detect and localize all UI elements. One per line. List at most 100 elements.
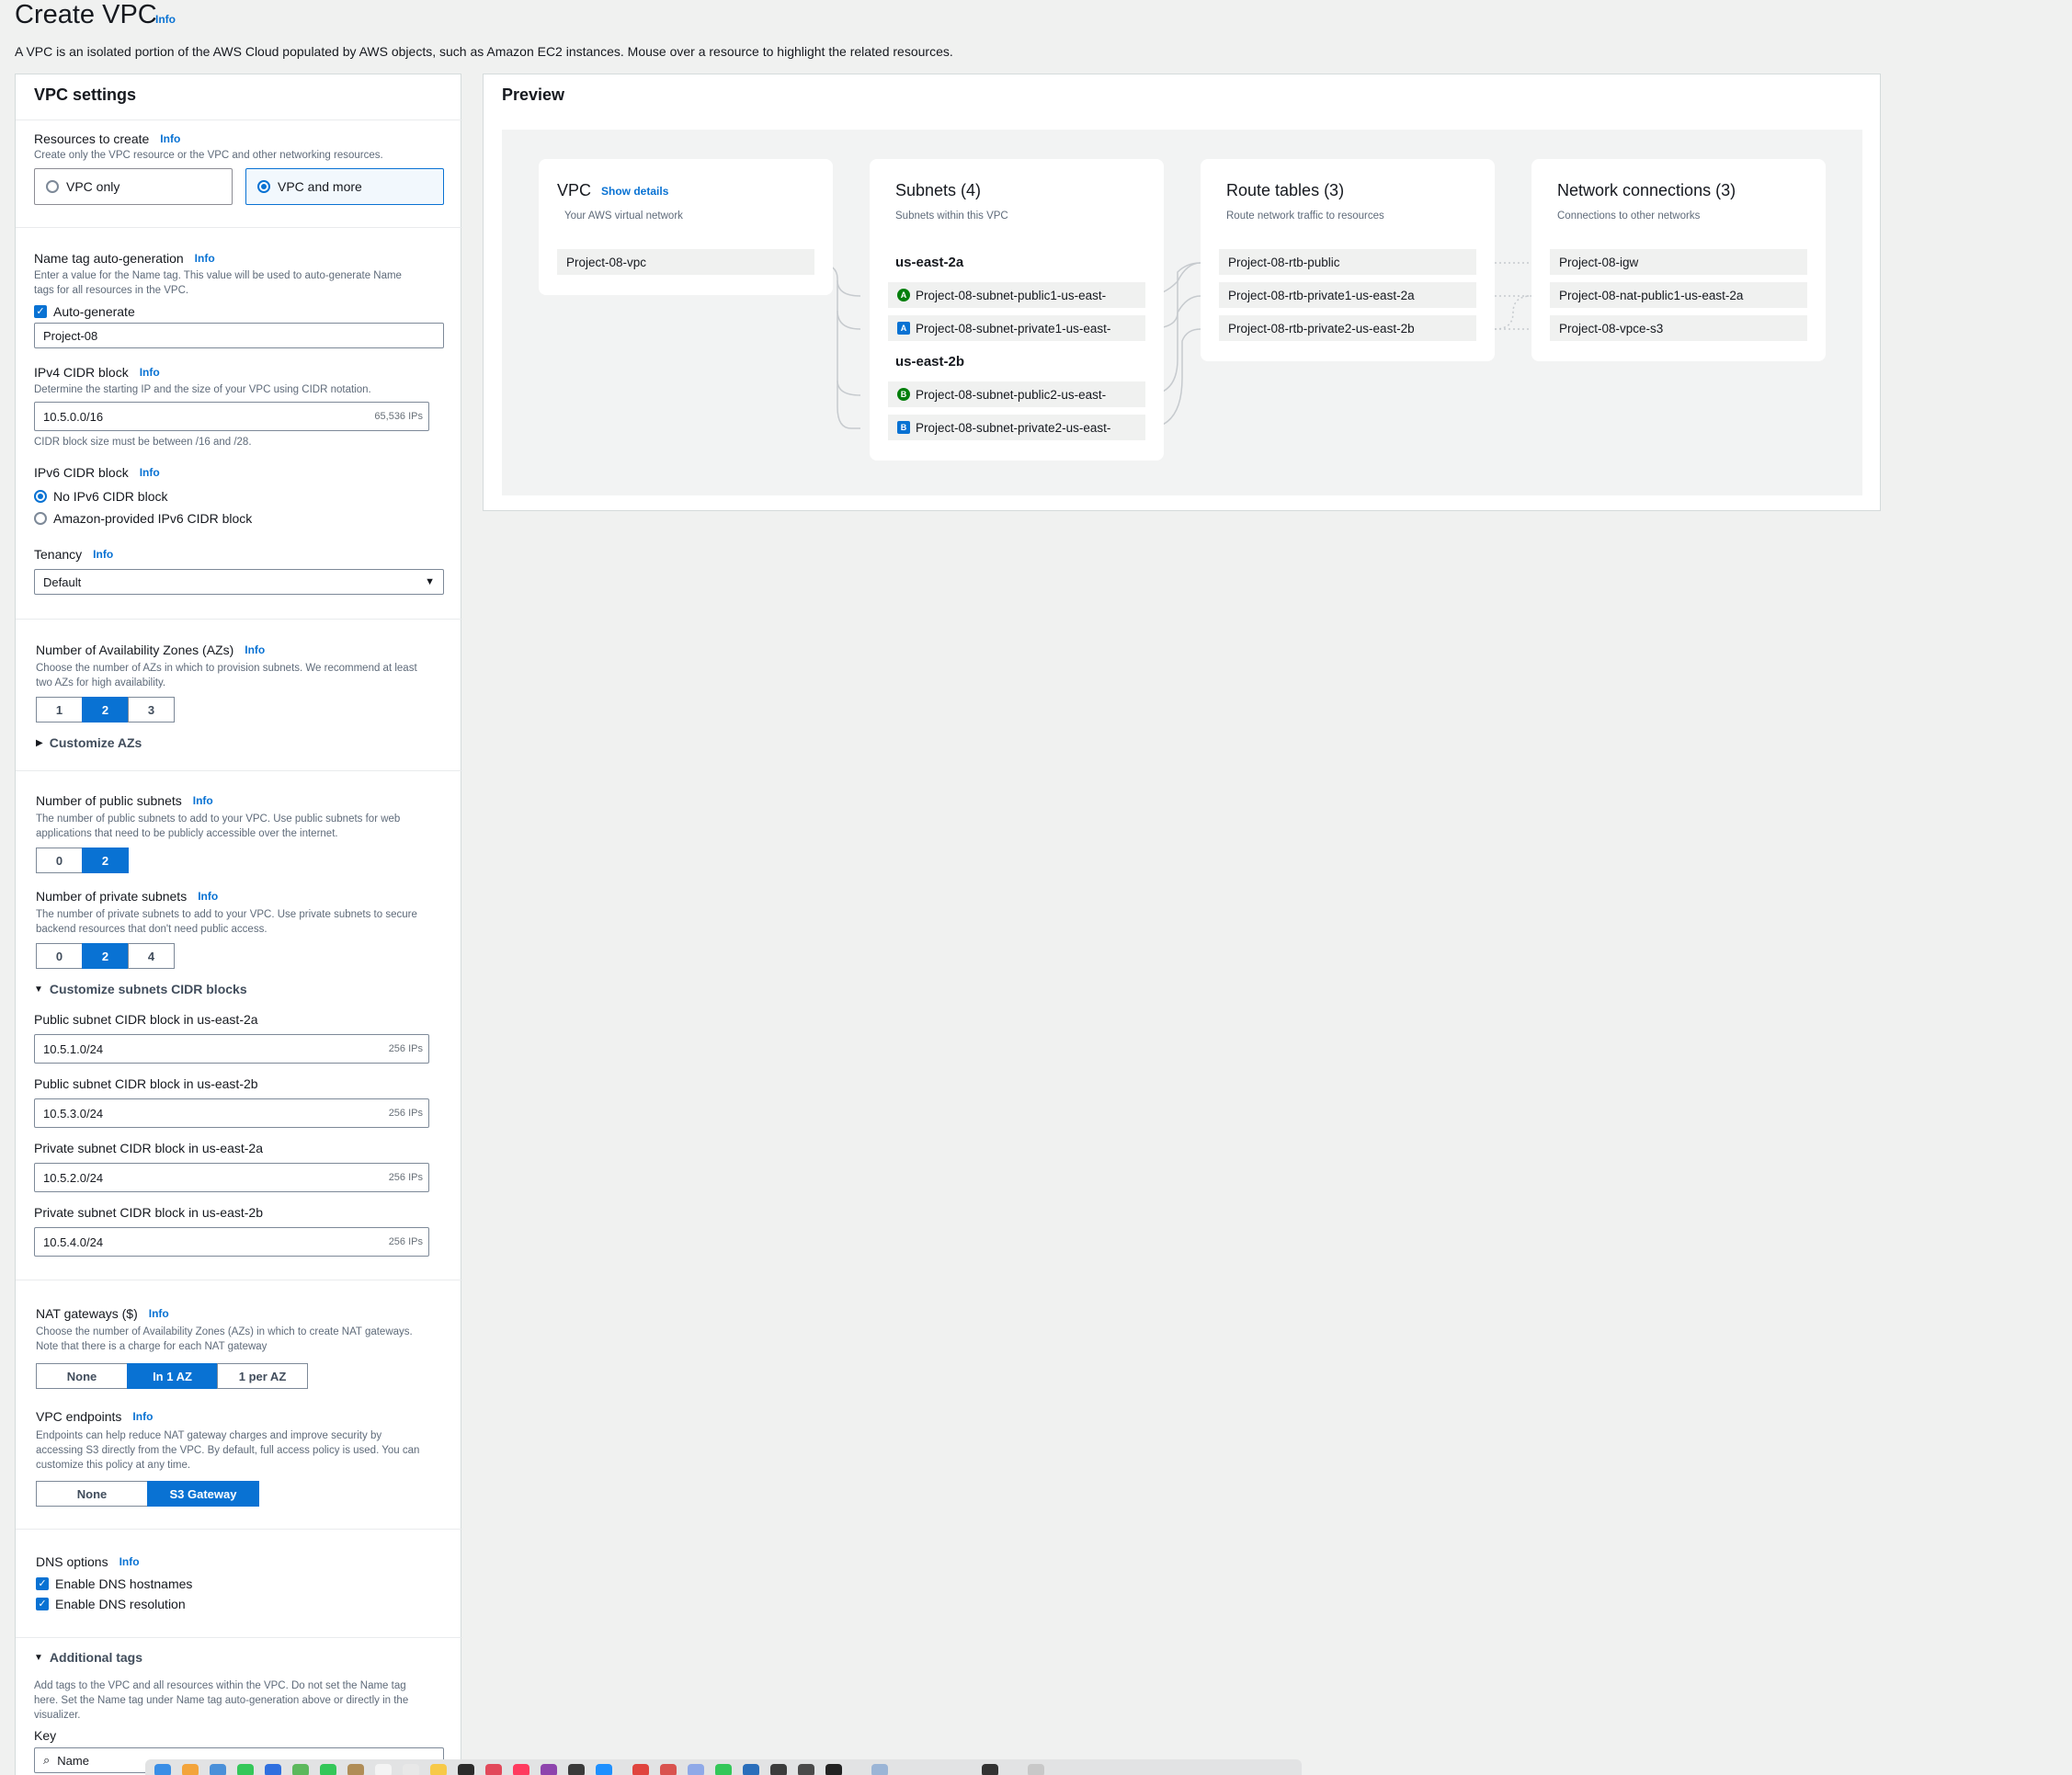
tenancy-value: Default [43,575,82,589]
podcasts-icon[interactable] [541,1764,557,1775]
endpoints-desc-2: accessing S3 directly from the VPC. By d… [36,1445,420,1456]
public-subnets-option-2[interactable]: 2 [82,848,129,873]
subnet-private1[interactable]: A Project-08-subnet-private1-us-east- [888,315,1145,341]
safari-icon[interactable] [210,1764,226,1775]
nat-option-in-1-az[interactable]: In 1 AZ [127,1363,218,1389]
azs-option-1[interactable]: 1 [36,697,83,723]
network-vpce[interactable]: Project-08-vpce-s3 [1550,315,1807,341]
network-nat[interactable]: Project-08-nat-public1-us-east-2a [1550,282,1807,308]
public-cidr-2b-input[interactable]: 10.5.3.0/24 256 IPs [34,1098,429,1128]
trash-icon[interactable] [1028,1764,1044,1775]
customize-azs-toggle[interactable]: ▶ Customize AZs [36,735,142,750]
nat-desc-1: Choose the number of Availability Zones … [36,1326,413,1337]
dns-resolution-checkbox[interactable]: ✓ [36,1598,49,1610]
finder-icon[interactable] [154,1764,171,1775]
tv-icon[interactable] [568,1764,585,1775]
public-subnets-segmented: 0 2 [36,848,129,873]
subnet-private2[interactable]: B Project-08-subnet-private2-us-east- [888,415,1145,440]
ipv6-info-link[interactable]: Info [140,466,160,479]
private-subnets-option-0[interactable]: 0 [36,943,83,969]
public-subnets-info-link[interactable]: Info [193,794,213,807]
dns-info-link[interactable]: Info [120,1555,140,1568]
endpoints-info-link[interactable]: Info [132,1410,153,1423]
page-title: Create VPC [15,0,157,29]
private-cidr-2a-input[interactable]: 10.5.2.0/24 256 IPs [34,1163,429,1192]
name-tag-info-link[interactable]: Info [195,252,215,265]
subnet-public1[interactable]: A Project-08-subnet-public1-us-east- [888,282,1145,308]
no-ipv6-radio[interactable] [34,490,47,503]
music-icon[interactable] [485,1764,502,1775]
private-subnets-option-4[interactable]: 4 [128,943,175,969]
calendar-icon[interactable] [375,1764,392,1775]
nat-segmented: None In 1 AZ 1 per AZ [36,1363,308,1389]
subnet-public2[interactable]: B Project-08-subnet-public2-us-east- [888,381,1145,407]
endpoints-option-none[interactable]: None [36,1481,148,1507]
azs-option-3[interactable]: 3 [128,697,175,723]
route-table-private1[interactable]: Project-08-rtb-private1-us-east-2a [1219,282,1476,308]
stickies-icon[interactable] [430,1764,447,1775]
launchpad-icon[interactable] [182,1764,199,1775]
vpc-and-more-radio[interactable] [257,180,270,193]
ipv4-info-link[interactable]: Info [140,366,160,379]
name-tag-desc-2: tags for all resources in the VPC. [34,285,189,296]
azs-info-link[interactable]: Info [245,643,265,656]
network-igw[interactable]: Project-08-igw [1550,249,1807,275]
subnets-card: Subnets (4) Subnets within this VPC us-e… [870,159,1164,461]
app-icon[interactable] [825,1764,842,1775]
customize-cidr-toggle[interactable]: ▼ Customize subnets CIDR blocks [34,982,247,996]
tenancy-select[interactable]: Default ▼ [34,569,444,595]
vpc-settings-title: VPC settings [34,85,137,104]
notes-icon[interactable] [347,1764,364,1775]
amazon-ipv6-radio[interactable] [34,512,47,525]
facetime-icon[interactable] [320,1764,336,1775]
azs-option-2[interactable]: 2 [82,697,129,723]
public-cidr-2a-input[interactable]: 10.5.1.0/24 256 IPs [34,1034,429,1064]
vpc-only-option[interactable]: VPC only [34,168,233,205]
app-icon[interactable] [660,1764,677,1775]
vpc-show-details-link[interactable]: Show details [601,185,668,198]
preview-canvas: VPC Show details Your AWS virtual networ… [502,130,1862,495]
az-label-2a: us-east-2a [895,255,964,270]
ipv6-label: IPv6 CIDR block [34,465,129,480]
azs-segmented: 1 2 3 [36,697,175,723]
app-icon[interactable] [770,1764,787,1775]
additional-tags-toggle[interactable]: ▼ Additional tags [34,1650,142,1665]
private-cidr-2b-input[interactable]: 10.5.4.0/24 256 IPs [34,1227,429,1257]
vpc-only-radio[interactable] [46,180,59,193]
reminders-icon[interactable] [403,1764,419,1775]
nat-option-1-per-az[interactable]: 1 per AZ [217,1363,308,1389]
private-subnets-info-link[interactable]: Info [198,890,218,903]
maps-icon[interactable] [292,1764,309,1775]
public-subnets-option-0[interactable]: 0 [36,848,83,873]
vpc-and-more-option[interactable]: VPC and more [245,168,444,205]
title-info-link[interactable]: Info [155,13,176,26]
mail-icon[interactable] [265,1764,281,1775]
auto-generate-checkbox[interactable]: ✓ [34,305,47,318]
app-icon[interactable] [871,1764,888,1775]
nat-option-none[interactable]: None [36,1363,128,1389]
vpc-resource[interactable]: Project-08-vpc [557,249,814,275]
route-table-private2[interactable]: Project-08-rtb-private2-us-east-2b [1219,315,1476,341]
app-icon[interactable] [798,1764,814,1775]
whatsapp-icon[interactable] [715,1764,732,1775]
ipv4-cidr-input[interactable]: 10.5.0.0/16 65,536 IPs [34,402,429,431]
app-icon[interactable] [688,1764,704,1775]
resources-label: Resources to create [34,131,150,146]
app-icon[interactable] [743,1764,759,1775]
nat-info-link[interactable]: Info [149,1307,169,1320]
dns-hostnames-checkbox[interactable]: ✓ [36,1577,49,1590]
tenancy-info-link[interactable]: Info [93,548,113,561]
search-icon: ⌕ [43,1753,51,1767]
terminal-icon[interactable] [458,1764,474,1775]
news-icon[interactable] [513,1764,529,1775]
route-table-public[interactable]: Project-08-rtb-public [1219,249,1476,275]
app-icon[interactable] [982,1764,998,1775]
tenancy-label: Tenancy [34,547,83,562]
app-store-icon[interactable] [596,1764,612,1775]
app-icon[interactable] [632,1764,649,1775]
messages-icon[interactable] [237,1764,254,1775]
name-tag-input[interactable]: Project-08 [34,323,444,348]
resources-info-link[interactable]: Info [160,132,180,145]
endpoints-option-s3-gateway[interactable]: S3 Gateway [147,1481,259,1507]
private-subnets-option-2[interactable]: 2 [82,943,129,969]
